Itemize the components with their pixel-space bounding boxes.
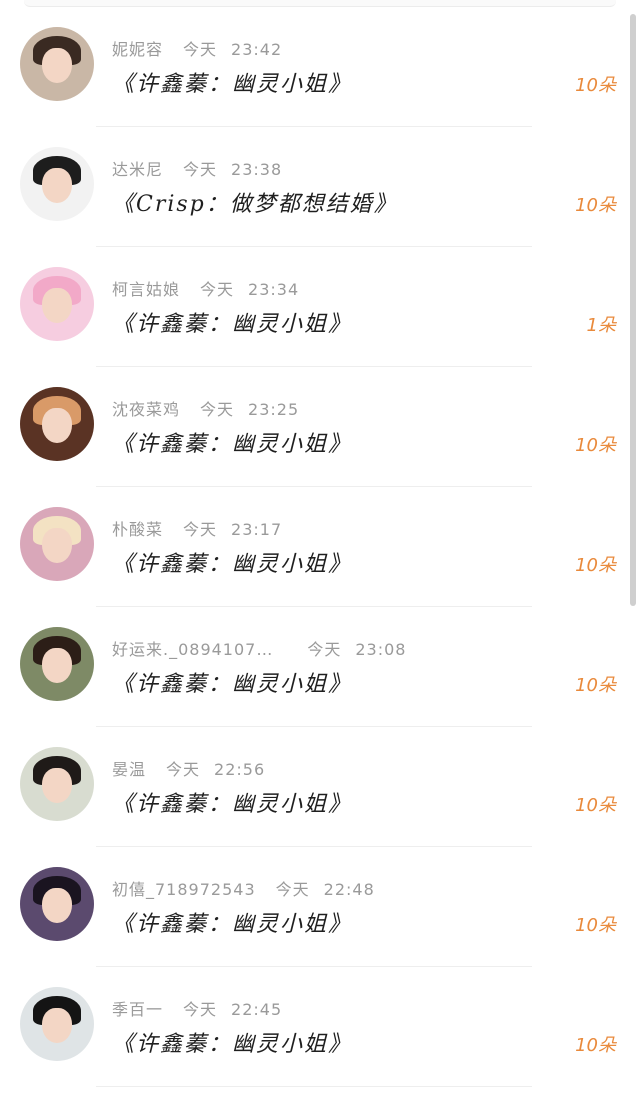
user-name[interactable]: 朴酸菜 [112, 516, 163, 540]
avatar[interactable] [20, 507, 94, 581]
list-item[interactable]: 朴酸菜 今天 23:17 《许鑫蓁：幽灵小姐》 10朵 [0, 487, 640, 607]
item-meta: 柯言姑娘 今天 23:34 [112, 276, 299, 300]
list-item[interactable]: 好运来._0894107… 今天 23:08 《许鑫蓁：幽灵小姐》 10朵 [0, 607, 640, 727]
flower-count: 10朵 [575, 795, 616, 816]
flower-count: 10朵 [575, 555, 616, 576]
avatar[interactable] [20, 387, 94, 461]
date-label: 今天 [183, 160, 218, 179]
time-label: 23:42 [231, 40, 283, 59]
flower-count: 10朵 [575, 435, 616, 456]
song-title[interactable]: 《许鑫蓁：幽灵小姐》 [112, 666, 352, 698]
item-meta: 季百一 今天 22:45 [112, 996, 282, 1020]
user-name[interactable]: 妮妮容 [112, 36, 163, 60]
list-item[interactable]: 晏温 今天 22:56 《许鑫蓁：幽灵小姐》 10朵 [0, 727, 640, 847]
avatar[interactable] [20, 27, 94, 101]
avatar[interactable] [20, 627, 94, 701]
previous-card-edge [24, 0, 616, 7]
date-label: 今天 [183, 40, 218, 59]
avatar[interactable] [20, 747, 94, 821]
time-label: 23:25 [248, 400, 300, 419]
list-item[interactable]: 初僖_718972543 今天 22:48 《许鑫蓁：幽灵小姐》 10朵 [0, 847, 640, 967]
date-label: 今天 [183, 1000, 218, 1019]
user-name[interactable]: 好运来._0894107… [112, 636, 273, 660]
user-name[interactable]: 达米尼 [112, 156, 163, 180]
item-meta: 晏温 今天 22:56 [112, 756, 265, 780]
date-label: 今天 [200, 400, 235, 419]
flower-count: 1朵 [586, 315, 616, 336]
item-meta: 朴酸菜 今天 23:17 [112, 516, 282, 540]
time-label: 23:38 [231, 160, 283, 179]
item-meta: 达米尼 今天 23:38 [112, 156, 282, 180]
flower-count: 10朵 [575, 75, 616, 96]
list-item[interactable]: 沈夜菜鸡 今天 23:25 《许鑫蓁：幽灵小姐》 10朵 [0, 367, 640, 487]
song-title[interactable]: 《许鑫蓁：幽灵小姐》 [112, 906, 352, 938]
date-label: 今天 [307, 640, 342, 659]
song-title[interactable]: 《Crisp：做梦都想结婚》 [112, 186, 398, 218]
avatar[interactable] [20, 987, 94, 1061]
song-title[interactable]: 《许鑫蓁：幽灵小姐》 [112, 546, 352, 578]
song-title[interactable]: 《许鑫蓁：幽灵小姐》 [112, 306, 352, 338]
avatar[interactable] [20, 867, 94, 941]
flower-count: 10朵 [575, 195, 616, 216]
gift-record-list[interactable]: 妮妮容 今天 23:42 《许鑫蓁：幽灵小姐》 10朵 达米尼 今天 23:38 《Cr… [0, 7, 640, 1087]
item-meta: 好运来._0894107… 今天 23:08 [112, 636, 406, 660]
user-name[interactable]: 柯言姑娘 [112, 276, 180, 300]
flower-count: 10朵 [575, 1035, 616, 1056]
user-name[interactable]: 初僖_718972543 [112, 876, 256, 900]
flower-count: 10朵 [575, 675, 616, 696]
time-label: 22:48 [323, 880, 375, 899]
list-item[interactable]: 季百一 今天 22:45 《许鑫蓁：幽灵小姐》 10朵 [0, 967, 640, 1087]
song-title[interactable]: 《许鑫蓁：幽灵小姐》 [112, 426, 352, 458]
flower-count: 10朵 [575, 915, 616, 936]
avatar[interactable] [20, 147, 94, 221]
date-label: 今天 [200, 280, 235, 299]
song-title[interactable]: 《许鑫蓁：幽灵小姐》 [112, 786, 352, 818]
avatar[interactable] [20, 267, 94, 341]
gift-record-page: 妮妮容 今天 23:42 《许鑫蓁：幽灵小姐》 10朵 达米尼 今天 23:38 《Cr… [0, 0, 640, 1095]
time-label: 23:34 [248, 280, 300, 299]
date-label: 今天 [166, 760, 201, 779]
date-label: 今天 [183, 520, 218, 539]
divider [96, 1086, 532, 1087]
user-name[interactable]: 沈夜菜鸡 [112, 396, 180, 420]
list-item[interactable]: 柯言姑娘 今天 23:34 《许鑫蓁：幽灵小姐》 1朵 [0, 247, 640, 367]
list-item[interactable]: 达米尼 今天 23:38 《Crisp：做梦都想结婚》 10朵 [0, 127, 640, 247]
time-label: 23:08 [355, 640, 407, 659]
scrollbar[interactable] [630, 14, 636, 606]
list-item[interactable]: 妮妮容 今天 23:42 《许鑫蓁：幽灵小姐》 10朵 [0, 7, 640, 127]
item-meta: 沈夜菜鸡 今天 23:25 [112, 396, 299, 420]
time-label: 22:45 [231, 1000, 283, 1019]
user-name[interactable]: 晏温 [112, 756, 146, 780]
date-label: 今天 [275, 880, 310, 899]
song-title[interactable]: 《许鑫蓁：幽灵小姐》 [112, 1026, 352, 1058]
time-label: 23:17 [231, 520, 283, 539]
time-label: 22:56 [214, 760, 266, 779]
item-meta: 妮妮容 今天 23:42 [112, 36, 282, 60]
user-name[interactable]: 季百一 [112, 996, 163, 1020]
song-title[interactable]: 《许鑫蓁：幽灵小姐》 [112, 66, 352, 98]
item-meta: 初僖_718972543 今天 22:48 [112, 876, 375, 900]
